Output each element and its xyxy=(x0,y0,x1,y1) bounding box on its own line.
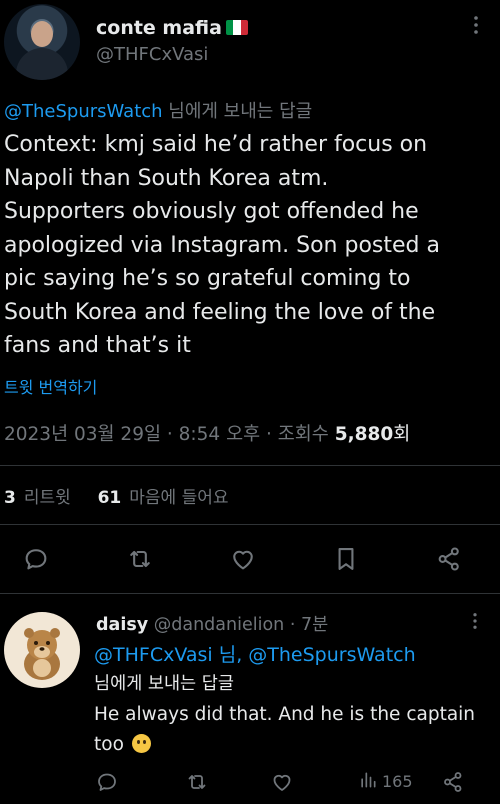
views-count: 5,880 xyxy=(334,424,394,445)
avatar-figure xyxy=(16,48,68,80)
tweet-text: Context: kmj said he’d rather focus on N… xyxy=(4,132,440,358)
views-suffix: 회 xyxy=(393,424,411,445)
divider xyxy=(0,465,500,466)
bookmark-icon[interactable] xyxy=(332,545,360,573)
replying-to-link[interactable]: @TheSpursWatch xyxy=(4,101,163,122)
reply-icon[interactable] xyxy=(95,770,119,794)
reply-text-content: He always did that. And he is the captai… xyxy=(94,704,476,755)
divider xyxy=(0,524,500,525)
reply-views-count: 165 xyxy=(382,772,413,791)
reply-avatar[interactable] xyxy=(4,612,80,688)
italy-flag-icon xyxy=(225,20,248,35)
more-options-icon[interactable] xyxy=(466,15,486,35)
likes-count: 61 xyxy=(97,488,122,508)
reply-author-handle[interactable]: @dandanielion xyxy=(154,615,285,635)
more-options-icon[interactable] xyxy=(466,612,484,630)
reply-icon[interactable] xyxy=(22,545,50,573)
retweet-icon[interactable] xyxy=(126,545,154,573)
reply-header: daisy @dandanielion · 7분 xyxy=(96,615,329,635)
retweets-label: 리트윗 xyxy=(23,488,71,508)
retweets-count: 3 xyxy=(4,488,16,508)
reply-views[interactable]: 165 xyxy=(358,770,413,791)
retweet-icon[interactable] xyxy=(185,770,209,794)
share-icon[interactable] xyxy=(435,545,463,573)
like-icon[interactable] xyxy=(270,770,294,794)
tweet-time: 8:54 오후 xyxy=(178,424,261,445)
author-handle[interactable]: @THFCxVasi xyxy=(96,44,208,65)
views-icon xyxy=(361,772,376,788)
slightly-smiling-face-icon xyxy=(131,734,151,753)
tweet-meta: 2023년 03월 29일 · 8:54 오후 · 조회수 5,880회 xyxy=(4,424,411,445)
divider xyxy=(0,593,500,594)
author-name[interactable]: conte mafia xyxy=(96,17,222,39)
reply-replying-label: 님에게 보내는 답글 xyxy=(94,674,234,694)
replying-to: @TheSpursWatch 님에게 보내는 답글 xyxy=(4,97,312,123)
views-label: 조회수 xyxy=(277,424,329,445)
avatar-head xyxy=(31,21,53,47)
reply-text: He always did that. And he is the captai… xyxy=(94,700,484,760)
translate-tweet-link[interactable]: 트윗 번역하기 xyxy=(4,374,97,398)
author-name-row[interactable]: conte mafia xyxy=(96,17,248,39)
tweet-date: 2023년 03월 29일 xyxy=(4,424,161,445)
reply-time[interactable]: 7분 xyxy=(301,615,328,635)
engagement-stats: 3 리트윗 61 마음에 들어요 xyxy=(4,483,229,508)
retweets-stat[interactable]: 3 리트윗 xyxy=(4,488,71,508)
reply-mentions-link[interactable]: @THFCxVasi 님, @TheSpursWatch xyxy=(94,640,416,667)
likes-stat[interactable]: 61 마음에 들어요 xyxy=(98,488,229,508)
share-icon[interactable] xyxy=(441,770,465,794)
replying-to-suffix: 님에게 보내는 답글 xyxy=(162,101,313,122)
avatar[interactable] xyxy=(4,4,80,80)
quokka-avatar-icon xyxy=(24,628,60,680)
like-icon[interactable] xyxy=(229,545,257,573)
reply-author-name[interactable]: daisy xyxy=(96,615,148,635)
likes-label: 마음에 들어요 xyxy=(129,488,229,508)
